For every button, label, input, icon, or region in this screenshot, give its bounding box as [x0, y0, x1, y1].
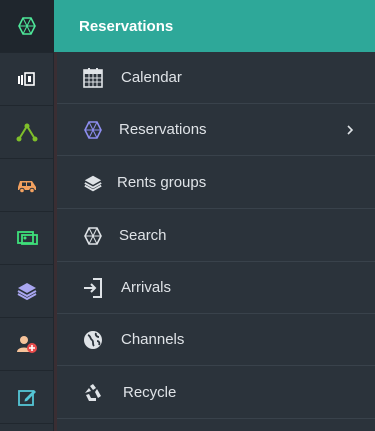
chevron-right-icon	[347, 124, 354, 135]
submenu-item-label: Calendar	[121, 69, 182, 86]
calendar-icon	[81, 66, 105, 90]
icon-rail	[0, 0, 54, 431]
rail-item-users[interactable]	[0, 318, 54, 371]
user-add-icon	[17, 336, 37, 353]
rail-item-transfers[interactable]	[0, 212, 54, 265]
submenu-title: Reservations	[54, 0, 375, 52]
edit-icon	[18, 390, 36, 406]
submenu-item-label: Recycle	[123, 384, 177, 401]
hexagon-net-icon	[81, 224, 105, 248]
hexagon-net-icon	[18, 17, 36, 35]
globe-icon	[81, 328, 105, 352]
submenu-item-label: Arrivals	[121, 279, 172, 296]
car-icon	[18, 181, 36, 194]
submenu-item-reservations[interactable]: Reservations	[57, 104, 375, 156]
route-icon	[16, 123, 38, 142]
rail-item-properties[interactable]	[0, 53, 54, 106]
submenu-item-search[interactable]: Search	[57, 210, 375, 262]
submenu-item-label: Rents groups	[117, 174, 207, 191]
hexagon-net-icon	[81, 118, 105, 142]
submenu-item-label: Search	[119, 227, 167, 244]
sign-in-icon	[81, 276, 105, 300]
submenu-item-label: Reservations	[119, 121, 207, 138]
submenu-item-channels[interactable]: Channels	[57, 314, 375, 366]
layers-icon	[17, 283, 37, 301]
reservations-submenu: Reservations Calendar Reservations Rents…	[54, 0, 375, 431]
rail-item-routes[interactable]	[0, 106, 54, 159]
rail-item-reservations[interactable]	[0, 0, 54, 53]
layers-icon	[81, 171, 105, 195]
submenu-item-recycle[interactable]: Recycle	[57, 367, 375, 419]
transfer-icon	[17, 231, 38, 245]
submenu-item-rents-groups[interactable]: Rents groups	[57, 157, 375, 209]
building-icon	[18, 72, 35, 86]
rail-item-edit[interactable]	[0, 371, 54, 424]
submenu-item-calendar[interactable]: Calendar	[57, 52, 375, 104]
submenu-item-label: Channels	[121, 331, 185, 348]
submenu-item-arrivals[interactable]: Arrivals	[57, 262, 375, 314]
rail-item-vehicles[interactable]	[0, 159, 54, 212]
recycle-icon	[81, 381, 105, 405]
rail-item-layers[interactable]	[0, 265, 54, 318]
